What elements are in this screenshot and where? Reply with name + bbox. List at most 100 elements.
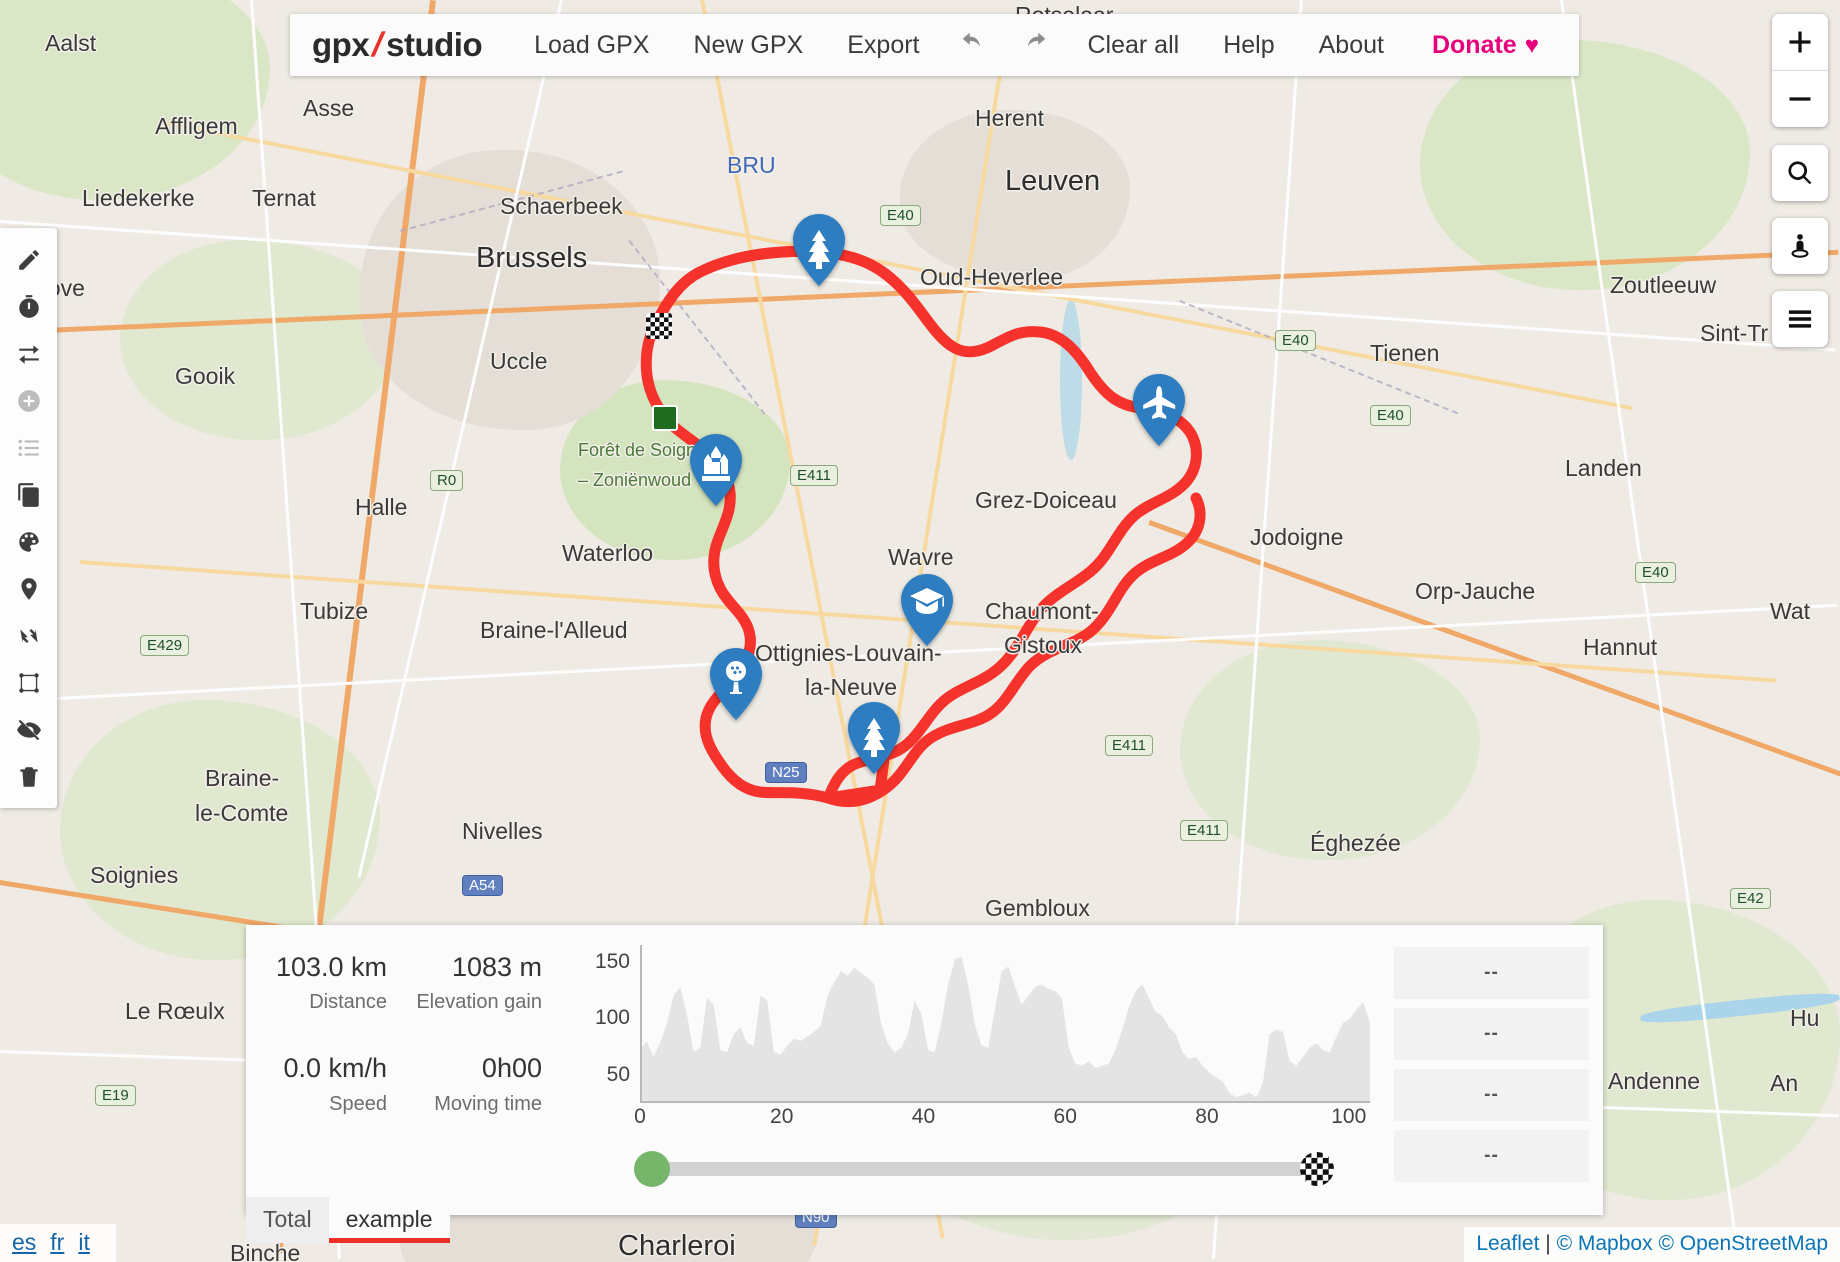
language-link-it[interactable]: it <box>78 1229 90 1255</box>
stat-elevation: 1083 m Elevation gain <box>401 943 556 1014</box>
map-place-label: Le Rœulx <box>125 998 225 1024</box>
leaflet-link[interactable]: Leaflet <box>1476 1232 1539 1255</box>
tab-total[interactable]: Total <box>246 1197 329 1243</box>
tree-icon <box>793 214 845 286</box>
hamburger-menu-icon[interactable] <box>1772 291 1828 347</box>
add-tool[interactable] <box>0 377 57 424</box>
road-shield: E19 <box>95 1085 136 1106</box>
duplicate-tool[interactable] <box>0 471 57 518</box>
map-place-label: Gistoux <box>1004 632 1082 658</box>
waypoint-university[interactable] <box>898 572 956 648</box>
hide-tool[interactable] <box>0 706 57 753</box>
route-finish-marker[interactable] <box>646 313 672 339</box>
slider-end-handle[interactable] <box>1300 1152 1334 1186</box>
range-slider[interactable] <box>634 1151 1334 1187</box>
layers-menu-button[interactable] <box>1772 291 1828 347</box>
mapbox-link[interactable]: © Mapbox <box>1557 1232 1653 1255</box>
map-place-label: Soignies <box>90 862 179 888</box>
search-icon[interactable] <box>1772 145 1828 201</box>
map-place-label: Landen <box>1565 455 1642 481</box>
slider-start-handle[interactable] <box>634 1151 670 1187</box>
track-tabs[interactable]: Total example <box>246 1197 450 1243</box>
distance-value: 103.0 km <box>275 952 387 982</box>
list-tool[interactable] <box>0 424 57 471</box>
chart-x-tick: 40 <box>911 1105 936 1128</box>
stats-panel: 103.0 km Distance 1083 m Elevation gain … <box>246 925 1603 1215</box>
map-place-label: Aalst <box>45 30 97 56</box>
reduce-tool[interactable] <box>0 612 57 659</box>
map-place-label: Affligem <box>155 113 238 139</box>
language-link-fr[interactable]: fr <box>50 1229 64 1255</box>
pegman-icon[interactable] <box>1772 218 1828 274</box>
map-place-label: Hu <box>1790 1005 1820 1031</box>
tool-sidebar <box>0 228 57 808</box>
streetview-button[interactable] <box>1772 218 1828 274</box>
waypoint-forest-north[interactable] <box>790 212 848 288</box>
graduation-cap-icon <box>901 574 953 646</box>
brand-text-left: gpx <box>312 26 370 63</box>
crop-tool[interactable] <box>0 659 57 706</box>
map-place-label: Liedekerke <box>82 185 195 211</box>
map-place-label: Ternat <box>252 185 316 211</box>
delete-tool[interactable] <box>0 753 57 800</box>
app-logo[interactable]: gpx / studio <box>312 26 483 65</box>
summary-stats: 103.0 km Distance 1083 m Elevation gain … <box>246 925 580 1215</box>
redo-arrow-icon[interactable] <box>1004 29 1066 62</box>
elevation-plot-area[interactable]: 50 100 150 <box>595 945 1370 1103</box>
road-shield: BRU <box>727 152 776 178</box>
menu-load-gpx[interactable]: Load GPX <box>512 31 671 60</box>
elevation-chart[interactable]: 50 100 150 0 20 40 60 80 100 <box>580 925 1388 1215</box>
menu-help[interactable]: Help <box>1201 31 1296 60</box>
map-place-label: Leuven <box>1005 165 1101 197</box>
moving-time-label: Moving time <box>434 1092 542 1115</box>
menu-about[interactable]: About <box>1297 31 1406 60</box>
draw-edit-tool[interactable] <box>0 236 57 283</box>
waypoint-forest-south[interactable] <box>845 700 903 776</box>
chart-y-axis: 50 100 150 <box>588 945 636 1103</box>
zoom-in-button[interactable] <box>1772 14 1828 70</box>
reverse-tool[interactable] <box>0 330 57 377</box>
menu-new-gpx[interactable]: New GPX <box>671 31 825 60</box>
attrib-sep: | <box>1539 1232 1557 1255</box>
tab-example[interactable]: example <box>328 1197 450 1243</box>
chart-y-axis-line <box>640 945 642 1103</box>
waypoint-golf[interactable] <box>707 646 765 722</box>
undo-arrow-icon[interactable] <box>942 29 1004 62</box>
zoom-out-button[interactable] <box>1772 70 1828 127</box>
road-shield: E411 <box>790 465 838 486</box>
waypoint-airport[interactable] <box>1130 372 1188 448</box>
map-place-label: Uccle <box>490 348 548 374</box>
language-switcher[interactable]: es fr it <box>0 1224 116 1262</box>
distance-label: Distance <box>309 991 387 1014</box>
donate-label: Donate <box>1431 30 1517 59</box>
menu-clear-all[interactable]: Clear all <box>1066 31 1202 60</box>
road-shield: N25 <box>765 762 807 783</box>
map-place-label: Wat <box>1770 598 1811 624</box>
road-shield: E40 <box>1635 562 1676 583</box>
stat-moving-time: 0h00 Moving time <box>401 1044 556 1115</box>
style-tool[interactable] <box>0 518 57 565</box>
map-place-label: Éghezée <box>1310 830 1401 856</box>
road-shield: E40 <box>1275 330 1316 351</box>
openstreetmap-link[interactable]: © OpenStreetMap <box>1658 1232 1828 1255</box>
elevation-label: Elevation gain <box>416 991 542 1014</box>
menu-export[interactable]: Export <box>825 31 941 60</box>
map-place-label: Herent <box>975 105 1045 131</box>
extra-values-panel: -- -- -- -- <box>1388 925 1603 1215</box>
map-place-label: le-Comte <box>195 800 289 826</box>
slider-track[interactable] <box>640 1162 1326 1176</box>
extra-value-cell: -- <box>1394 1130 1589 1182</box>
map-place-label: – Zoniënwoud <box>578 470 692 490</box>
waypoint-monument[interactable] <box>687 432 745 508</box>
donate-button[interactable]: Donate ♥ <box>1406 31 1557 60</box>
road-shield: E42 <box>1730 888 1771 909</box>
time-tool[interactable] <box>0 283 57 330</box>
map-place-label: Zoutleeuw <box>1610 272 1717 298</box>
map-place-label: Chaumont- <box>985 598 1099 624</box>
map-search-button[interactable] <box>1772 145 1828 201</box>
route-start-marker[interactable] <box>652 405 678 431</box>
language-link-es[interactable]: es <box>12 1229 36 1255</box>
waypoint-tool[interactable] <box>0 565 57 612</box>
road-shield: E40 <box>880 205 921 226</box>
map-place-label: la-Neuve <box>805 674 898 700</box>
